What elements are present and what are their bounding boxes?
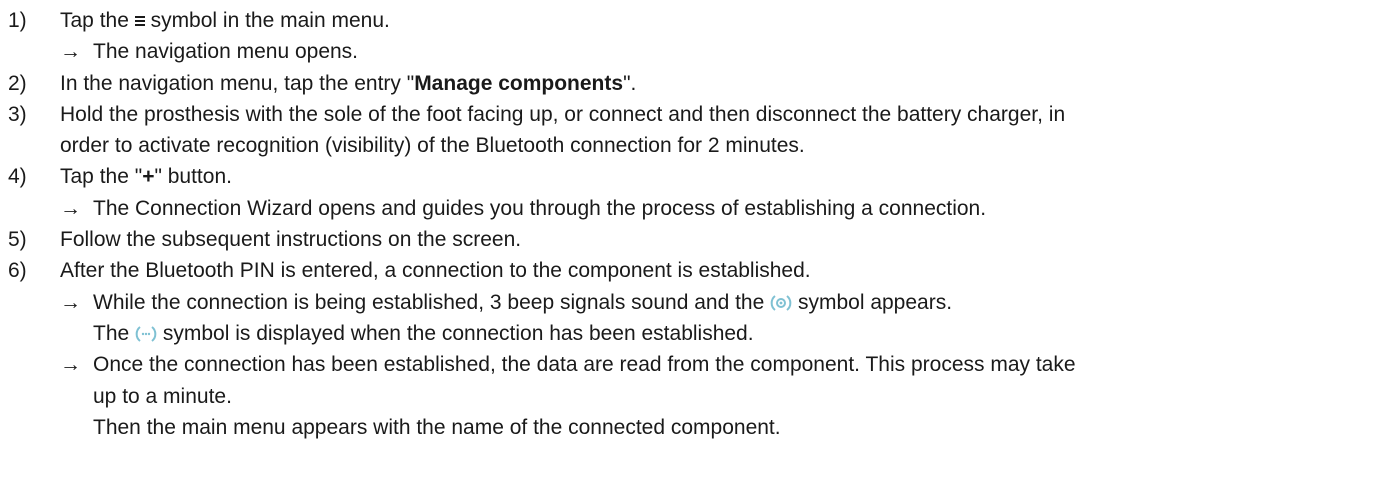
step-text: In the navigation menu, tap the entry "M… [60,71,637,95]
step-number: 5) [8,228,27,252]
step-number: 3) [8,102,27,126]
step-1: 1) Tap the symbol in the main menu. [0,5,1365,36]
plus-button-label: + [142,165,155,189]
result-arrow: → [60,290,81,314]
step-3: 3) Hold the prosthesis with the sole of … [0,99,1365,162]
bluetooth-connecting-icon [770,293,792,313]
step-1-result: → The navigation menu opens. [0,36,1365,67]
step-number: 2) [8,71,27,95]
result-arrow: → [60,353,81,377]
step-number: 1) [8,9,27,32]
step-text: Tap the symbol in the main menu. [60,9,390,32]
step-4-result: → The Connection Wizard opens and guides… [0,193,1365,224]
bluetooth-connected-icon [135,324,157,344]
step-text-line-1: Hold the prosthesis with the sole of the… [60,102,1066,126]
menu-icon [134,14,145,28]
instruction-steps: 1) Tap the symbol in the main menu. → Th… [0,5,1365,443]
manual-page: 1) Tap the symbol in the main menu. → Th… [0,0,1373,490]
step-text-line-2: order to activate recognition (visibilit… [60,134,805,158]
step-6-result-1: → While the connection is being establis… [0,287,1365,350]
step-6: 6) After the Bluetooth PIN is entered, a… [0,255,1365,286]
step-5: 5) Follow the subsequent instructions on… [0,224,1365,255]
step-number: 4) [8,165,27,189]
step-text: After the Bluetooth PIN is entered, a co… [60,259,811,283]
step-number: 6) [8,259,27,283]
step-text: Tap the "+" button. [60,165,232,189]
step-text: Follow the subsequent instructions on th… [60,228,522,252]
step-4: 4) Tap the "+" button. [0,161,1365,192]
result-arrow: → [60,40,81,64]
result-arrow: → [60,196,81,220]
step-6-result-2: → Once the connection has been establish… [0,349,1365,443]
step-2: 2) In the navigation menu, tap the entry… [0,68,1365,99]
menu-entry-label: Manage components [414,71,624,95]
